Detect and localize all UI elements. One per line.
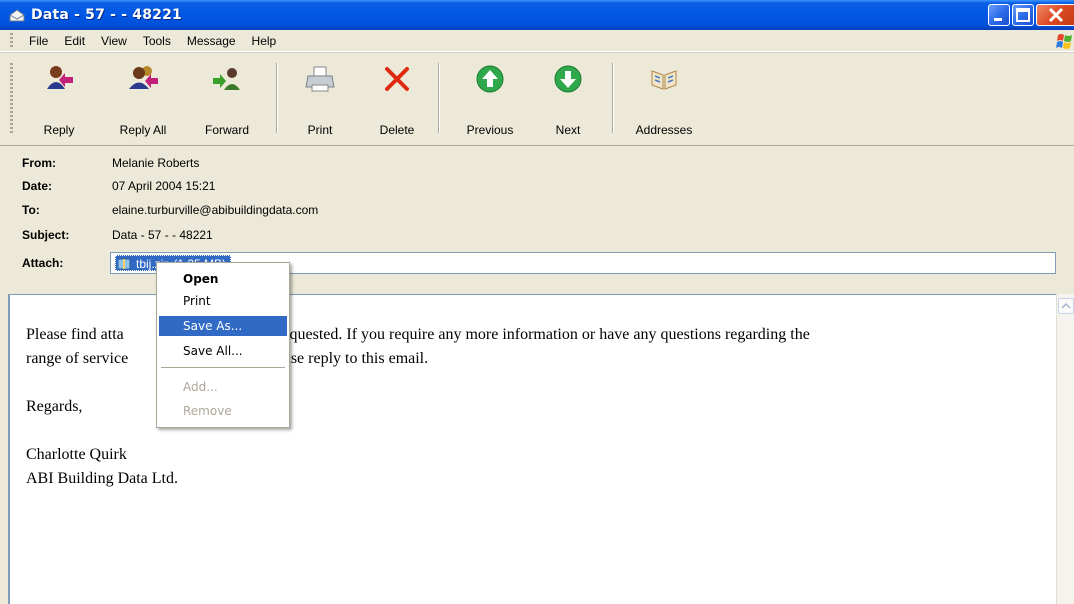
minimize-button[interactable]: [988, 4, 1010, 26]
context-add: Add...: [183, 380, 218, 394]
context-remove: Remove: [183, 404, 232, 418]
context-open[interactable]: Open: [159, 269, 287, 289]
date-value: 07 April 2004 15:21: [112, 179, 216, 193]
delete-x-icon: [381, 63, 413, 95]
window-title: Data - 57 - - 48221: [31, 7, 182, 23]
reply-button[interactable]: Reply: [30, 53, 88, 147]
menu-file[interactable]: File: [21, 30, 56, 52]
addresses-button[interactable]: Addresses: [622, 53, 706, 147]
menu-edit[interactable]: Edit: [56, 30, 93, 52]
context-separator: [161, 367, 285, 368]
forward-button[interactable]: Forward: [192, 53, 262, 147]
menu-view[interactable]: View: [93, 30, 135, 52]
title-bar[interactable]: Data - 57 - - 48221: [0, 0, 1074, 30]
context-save-as[interactable]: Save As...: [159, 316, 287, 336]
previous-button[interactable]: Previous: [452, 53, 528, 147]
from-label: From:: [22, 156, 56, 170]
arrow-up-circle-icon: [474, 63, 506, 95]
address-book-icon: [648, 63, 680, 95]
reply-all-icon: [127, 63, 159, 95]
signature-name: Charlotte Quirk: [26, 446, 127, 463]
menu-bar: File Edit View Tools Message Help: [0, 30, 1074, 52]
reply-all-button[interactable]: Reply All: [108, 53, 178, 147]
delete-button[interactable]: Delete: [368, 53, 426, 147]
menu-message[interactable]: Message: [179, 30, 244, 52]
toolbar-separator: [438, 63, 440, 133]
close-button[interactable]: [1036, 4, 1074, 26]
attach-label: Attach:: [22, 256, 64, 270]
print-button[interactable]: Print: [292, 53, 348, 147]
subject-value: Data - 57 - - 48221: [112, 228, 213, 242]
to-value: elaine.turburville@abibuildingdata.com: [112, 203, 319, 217]
printer-icon: [304, 63, 336, 95]
toolbar: Reply Reply All Forward Print Delete Pre…: [0, 52, 1074, 146]
toolbar-separator: [276, 63, 278, 133]
menu-help[interactable]: Help: [244, 30, 285, 52]
attachment-context-menu: Open Print Save As... Save All... Add...…: [156, 262, 290, 428]
toolbar-separator: [612, 63, 614, 133]
next-button[interactable]: Next: [540, 53, 596, 147]
windows-logo-icon: [1056, 33, 1074, 50]
menu-grip[interactable]: [10, 32, 13, 49]
reply-icon: [43, 63, 75, 95]
date-label: Date:: [22, 179, 53, 193]
subject-label: Subject:: [22, 228, 70, 242]
forward-icon: [211, 63, 243, 95]
signature-company: ABI Building Data Ltd.: [26, 470, 178, 487]
vertical-scrollbar[interactable]: [1056, 294, 1074, 604]
toolbar-grip[interactable]: [10, 63, 13, 133]
to-label: To:: [22, 203, 40, 217]
maximize-button[interactable]: [1012, 4, 1034, 26]
from-value: Melanie Roberts: [112, 156, 200, 170]
zip-file-icon: [117, 258, 132, 270]
envelope-icon: [8, 8, 26, 22]
arrow-down-circle-icon: [552, 63, 584, 95]
context-print[interactable]: Print: [159, 291, 287, 311]
context-save-all[interactable]: Save All...: [159, 341, 287, 361]
scroll-up-button[interactable]: [1058, 298, 1074, 314]
menu-tools[interactable]: Tools: [135, 30, 179, 52]
